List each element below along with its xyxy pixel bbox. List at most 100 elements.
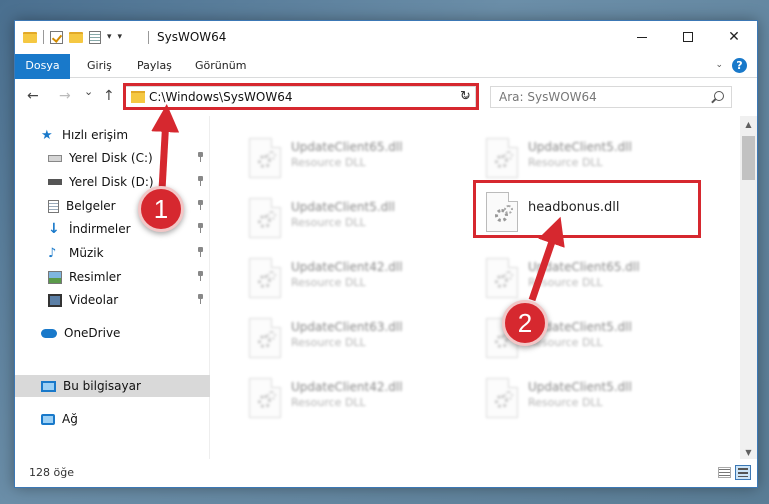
- sidebar-item-label: Bu bilgisayar: [63, 379, 141, 393]
- title-bar: ▾ ▾ SysWOW64 ✕: [15, 21, 757, 53]
- file-type: Resource DLL: [528, 396, 603, 409]
- file-type: Resource DLL: [528, 276, 603, 289]
- pin-icon[interactable]: [197, 247, 204, 257]
- item-count: 128 öğe: [29, 466, 74, 479]
- file-item[interactable]: UpdateClient5.dll Resource DLL: [239, 194, 459, 242]
- window-title: SysWOW64: [157, 30, 227, 44]
- file-name: UpdateClient65.dll: [528, 260, 640, 274]
- network-icon: [41, 413, 55, 425]
- music-icon: ♪: [48, 245, 57, 261]
- dll-file-icon: [249, 378, 281, 418]
- file-name: UpdateClient5.dll: [291, 200, 395, 214]
- drive-icon: [48, 154, 62, 162]
- search-icon[interactable]: [714, 91, 724, 101]
- minimize-button[interactable]: [619, 21, 665, 53]
- tab-view[interactable]: Görünüm: [195, 54, 246, 77]
- new-folder-icon[interactable]: [69, 31, 83, 43]
- videos-icon: [48, 293, 62, 307]
- search-input[interactable]: Ara: SysWOW64: [490, 86, 732, 108]
- file-item[interactable]: UpdateClient65.dll Resource DLL: [239, 134, 459, 182]
- sidebar-item-pictures[interactable]: Resimler: [15, 266, 210, 288]
- file-item[interactable]: UpdateClient5.dll Resource DLL: [476, 374, 696, 422]
- file-type: Resource DLL: [291, 396, 366, 409]
- sidebar-item-local-disk-d[interactable]: Yerel Disk (D:): [15, 171, 210, 193]
- documents-icon: [48, 199, 59, 213]
- dll-file-icon: [249, 318, 281, 358]
- sidebar-item-this-pc[interactable]: Bu bilgisayar: [15, 375, 210, 397]
- annotation-badge-1: 1: [138, 186, 184, 232]
- file-list: UpdateClient65.dll Resource DLL UpdateCl…: [211, 116, 741, 461]
- search-placeholder: Ara: SysWOW64: [499, 90, 597, 104]
- file-name: UpdateClient63.dll: [291, 320, 403, 334]
- gear-icon: [267, 331, 276, 340]
- sidebar-item-label: Ağ: [62, 412, 78, 426]
- properties-check-icon[interactable]: [50, 30, 63, 44]
- file-item[interactable]: UpdateClient63.dll Resource DLL: [239, 314, 459, 362]
- file-item[interactable]: UpdateClient5.dll Resource DLL: [476, 134, 696, 182]
- download-icon: ↓: [48, 220, 60, 237]
- ribbon-tabs: Dosya Giriş Paylaş Görünüm ⌄ ?: [15, 54, 757, 102]
- pictures-icon: [48, 270, 62, 284]
- file-name: UpdateClient5.dll: [528, 380, 632, 394]
- large-icons-view-icon[interactable]: [735, 465, 751, 480]
- sidebar-item-label: Hızlı erişim: [62, 128, 129, 142]
- pin-icon[interactable]: [197, 152, 204, 162]
- explorer-window: ▾ ▾ SysWOW64 ✕ Dosya Giriş Paylaş Görünü…: [14, 20, 758, 488]
- up-arrow-icon[interactable]: ↑: [103, 88, 115, 104]
- maximize-button[interactable]: [665, 21, 711, 53]
- cloud-icon: [41, 328, 57, 338]
- scroll-up-icon[interactable]: ▲: [740, 116, 757, 133]
- sidebar-item-downloads[interactable]: ↓ İndirmeler: [15, 218, 210, 240]
- tab-share[interactable]: Paylaş: [137, 54, 172, 77]
- navigation-pane: ★ Hızlı erişim Yerel Disk (C:) Yerel Dis…: [15, 116, 210, 461]
- gear-icon: [504, 271, 513, 280]
- toolbar-dropdown-icon[interactable]: ▾: [118, 32, 123, 42]
- status-bar: 128 öğe: [15, 459, 757, 487]
- sidebar-item-label: İndirmeler: [69, 222, 131, 236]
- file-item[interactable]: UpdateClient65.dll Resource DLL: [476, 254, 696, 302]
- sidebar-item-quick-access[interactable]: ★ Hızlı erişim: [15, 124, 210, 146]
- recent-locations-chevron-icon[interactable]: ⌄: [84, 85, 93, 98]
- sidebar-item-local-disk-c[interactable]: Yerel Disk (C:): [15, 147, 210, 169]
- details-view-icon[interactable]: [718, 467, 731, 478]
- dll-file-icon: [249, 138, 281, 178]
- gear-icon: [267, 211, 276, 220]
- pin-icon[interactable]: [197, 294, 204, 304]
- expand-ribbon-chevron-icon[interactable]: ⌄: [715, 60, 723, 70]
- file-name: UpdateClient65.dll: [291, 140, 403, 154]
- vertical-scrollbar[interactable]: ▲ ▼: [740, 116, 757, 461]
- file-type: Resource DLL: [291, 156, 366, 169]
- close-button[interactable]: ✕: [711, 21, 757, 53]
- sidebar-item-music[interactable]: ♪ Müzik: [15, 242, 210, 264]
- help-icon[interactable]: ?: [732, 58, 747, 73]
- sidebar-item-label: Yerel Disk (C:): [69, 151, 153, 165]
- close-icon: ✕: [728, 29, 740, 45]
- annotation-badge-2: 2: [502, 300, 548, 346]
- pin-icon[interactable]: [197, 176, 204, 186]
- dll-file-icon: [486, 258, 518, 298]
- sidebar-item-videos[interactable]: Videolar: [15, 289, 210, 311]
- address-highlight-box: [123, 83, 479, 110]
- sidebar-item-onedrive[interactable]: OneDrive: [15, 322, 210, 344]
- customize-toolbar-chevron-icon[interactable]: ▾: [107, 32, 112, 42]
- back-arrow-icon[interactable]: ←: [27, 88, 39, 104]
- pin-icon[interactable]: [197, 200, 204, 210]
- file-item[interactable]: UpdateClient42.dll Resource DLL: [239, 254, 459, 302]
- pin-icon[interactable]: [197, 223, 204, 233]
- divider: [148, 31, 149, 44]
- file-item[interactable]: UpdateClient42.dll Resource DLL: [239, 374, 459, 422]
- sidebar-item-label: OneDrive: [64, 326, 121, 340]
- file-name: UpdateClient42.dll: [291, 380, 403, 394]
- computer-icon: [41, 380, 56, 392]
- minimize-icon: [637, 36, 647, 38]
- dll-file-icon: [486, 138, 518, 178]
- tab-home[interactable]: Giriş: [87, 54, 112, 77]
- folder-icon[interactable]: [23, 31, 37, 43]
- scrollbar-thumb[interactable]: [742, 136, 755, 180]
- sidebar-item-network[interactable]: Ağ: [15, 408, 210, 430]
- properties-icon[interactable]: [89, 30, 101, 44]
- pin-icon[interactable]: [197, 271, 204, 281]
- forward-arrow-icon[interactable]: →: [59, 88, 71, 104]
- file-type: Resource DLL: [528, 156, 603, 169]
- sidebar-item-label: Resimler: [69, 270, 122, 284]
